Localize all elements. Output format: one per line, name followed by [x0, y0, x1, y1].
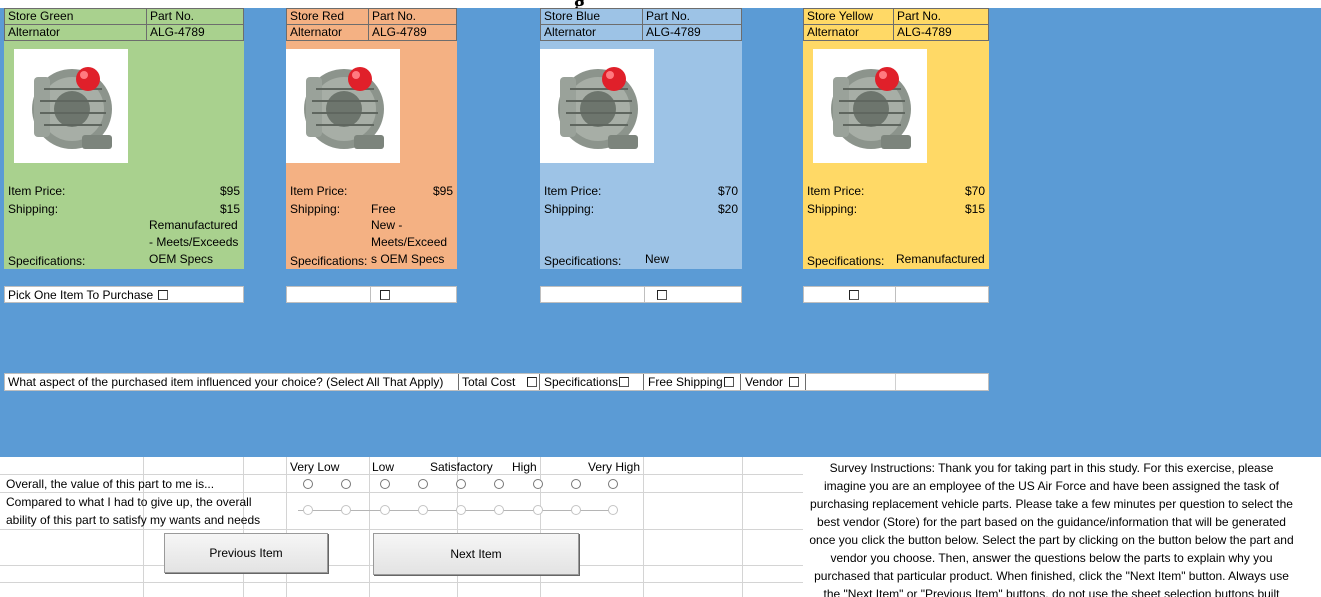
- store-name: Store Green: [4, 8, 147, 25]
- store-name: Store Yellow: [803, 8, 894, 25]
- store-panel-blue: Store Blue Part No. Alternator ALG-4789: [540, 8, 742, 269]
- satisfaction-rating-radio[interactable]: [341, 505, 351, 515]
- shipping-label: Shipping:: [290, 202, 341, 216]
- value-rating-radio[interactable]: [303, 479, 313, 489]
- part-number: ALG-4789: [642, 24, 742, 41]
- store-panel-yellow: Store Yellow Part No. Alternator ALG-478…: [803, 8, 989, 269]
- item-price-label: Item Price:: [544, 184, 602, 198]
- free-shipping-checkbox[interactable]: [724, 377, 734, 387]
- influence-question: What aspect of the purchased item influe…: [8, 375, 444, 389]
- pick-checkbox-blue[interactable]: [657, 290, 667, 300]
- item-name: Alternator: [286, 24, 369, 41]
- store-name: Store Blue: [540, 8, 643, 25]
- value-rating-radio[interactable]: [533, 479, 543, 489]
- satisfaction-rating-radio[interactable]: [418, 505, 428, 515]
- value-rating-radio[interactable]: [418, 479, 428, 489]
- pick-checkbox-red[interactable]: [380, 290, 390, 300]
- value-rating-radio[interactable]: [380, 479, 390, 489]
- pick-row-yellow: [803, 286, 989, 303]
- value-rating-radio[interactable]: [571, 479, 581, 489]
- part-no-label: Part No.: [642, 8, 742, 25]
- satisfaction-rating-radio[interactable]: [571, 505, 581, 515]
- influence-option-specifications[interactable]: Specifications: [541, 374, 644, 390]
- question-value: Overall, the value of this part to me is…: [6, 477, 215, 491]
- pick-row-red: [286, 286, 457, 303]
- specifications-checkbox[interactable]: [619, 377, 629, 387]
- alternator-image: [540, 49, 654, 163]
- item-price: $70: [717, 184, 738, 198]
- influence-row: What aspect of the purchased item influe…: [4, 373, 989, 391]
- previous-item-button[interactable]: Previous Item: [164, 533, 328, 573]
- satisfaction-rating-radio[interactable]: [456, 505, 466, 515]
- influence-option-free-shipping[interactable]: Free Shipping: [645, 374, 741, 390]
- item-price: $70: [964, 184, 985, 198]
- part-no-label: Part No.: [146, 8, 244, 25]
- store-panel-red: Store Red Part No. Alternator ALG-4789 I…: [286, 8, 457, 269]
- satisfaction-rating-radio[interactable]: [608, 505, 618, 515]
- item-name: Alternator: [803, 24, 894, 41]
- shipping-value: $15: [219, 202, 240, 216]
- part-number: ALG-4789: [368, 24, 457, 41]
- scale-very-low: Very Low: [290, 460, 340, 474]
- specifications-value: Remanufactured - Meets/Exceeds OEM Specs: [149, 218, 239, 266]
- question-satisfy-line2: ability of this part to satisfy my wants…: [6, 513, 261, 527]
- specifications-label: Specifications:: [290, 254, 368, 268]
- scale-low: Low: [372, 460, 395, 474]
- shipping-value: Free: [371, 202, 396, 216]
- shipping-value: $20: [717, 202, 738, 216]
- vendor-checkbox[interactable]: [789, 377, 799, 387]
- scale-very-high: Very High: [588, 460, 641, 474]
- pick-checkbox-green[interactable]: [158, 290, 168, 300]
- alternator-image: [14, 49, 128, 163]
- part-number: ALG-4789: [893, 24, 989, 41]
- title-fragment: g: [574, 0, 585, 8]
- satisfaction-rating-radio[interactable]: [494, 505, 504, 515]
- shipping-label: Shipping:: [8, 202, 59, 216]
- value-rating-radio[interactable]: [456, 479, 466, 489]
- part-number: ALG-4789: [146, 24, 244, 41]
- instructions-text: Survey Instructions: Thank you for takin…: [809, 461, 1294, 597]
- satisfaction-rating-radio[interactable]: [303, 505, 313, 515]
- value-rating-radio[interactable]: [608, 479, 618, 489]
- item-price-label: Item Price:: [8, 184, 66, 198]
- influence-option-vendor[interactable]: Vendor: [742, 374, 806, 390]
- specifications-value: Remanufactured: [896, 252, 985, 266]
- specifications-label: Specifications:: [8, 254, 86, 268]
- part-no-label: Part No.: [893, 8, 989, 25]
- specifications-label: Specifications:: [807, 254, 885, 268]
- specifications-value: New: [645, 252, 670, 266]
- next-item-button[interactable]: Next Item: [373, 533, 579, 575]
- satisfaction-rating-radio[interactable]: [380, 505, 390, 515]
- item-price: $95: [432, 184, 453, 198]
- value-rating-radio[interactable]: [494, 479, 504, 489]
- shipping-value: $15: [964, 202, 985, 216]
- item-price: $95: [219, 184, 240, 198]
- total-cost-checkbox[interactable]: [527, 377, 537, 387]
- pick-checkbox-yellow[interactable]: [849, 290, 859, 300]
- store-panel-green: Store Green Part No. Alternator ALG-4789: [4, 8, 244, 269]
- item-price-label: Item Price:: [290, 184, 348, 198]
- specifications-value: New - Meets/Exceed s OEM Specs: [371, 218, 448, 266]
- specifications-label: Specifications:: [544, 254, 622, 268]
- scale-high: High: [512, 460, 537, 474]
- pick-label: Pick One Item To Purchase: [8, 288, 154, 302]
- influence-option-total-cost[interactable]: Total Cost: [458, 374, 540, 390]
- satisfaction-rating-radio[interactable]: [533, 505, 543, 515]
- top-strip: g: [0, 0, 1321, 8]
- value-rating-radio[interactable]: [341, 479, 351, 489]
- part-no-label: Part No.: [368, 8, 457, 25]
- alternator-image: [286, 49, 400, 163]
- item-name: Alternator: [540, 24, 643, 41]
- item-name: Alternator: [4, 24, 147, 41]
- shipping-label: Shipping:: [807, 202, 858, 216]
- pick-row-green: Pick One Item To Purchase: [4, 286, 244, 303]
- pick-row-blue: [540, 286, 742, 303]
- alternator-image: [813, 49, 927, 163]
- shipping-label: Shipping:: [544, 202, 595, 216]
- item-price-label: Item Price:: [807, 184, 865, 198]
- question-satisfy-line1: Compared to what I had to give up, the o…: [6, 495, 252, 509]
- store-name: Store Red: [286, 8, 369, 25]
- survey-instructions: Survey Instructions: Thank you for takin…: [803, 457, 1300, 597]
- scale-satisfactory: Satisfactory: [430, 460, 493, 474]
